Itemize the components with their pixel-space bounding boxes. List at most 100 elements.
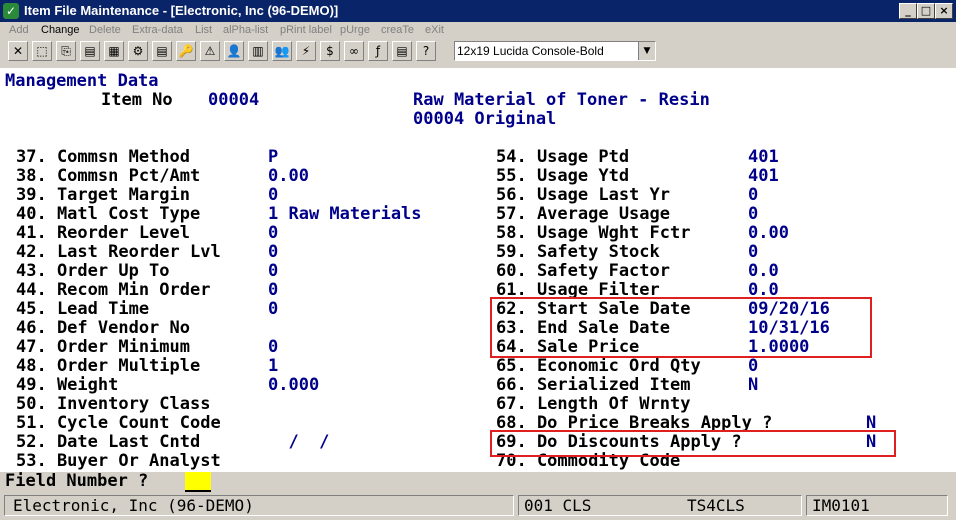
app-icon: ✓ (3, 3, 19, 19)
menu-create[interactable]: creaTe (381, 24, 414, 36)
copy-icon[interactable]: ⎘ (56, 41, 76, 61)
menu-add[interactable]: Add (9, 24, 29, 36)
menu-print-label[interactable]: pRint label (280, 24, 332, 36)
font-select-value: 12x19 Lucida Console-Bold (457, 44, 604, 58)
settings-icon[interactable]: ⚙ (128, 41, 148, 61)
warning-icon[interactable]: ⚠ (200, 41, 220, 61)
menu-purge[interactable]: pUrge (340, 24, 370, 36)
right-field-value-0: 401 (748, 147, 779, 167)
minimize-button[interactable]: _ (899, 3, 917, 19)
chevron-down-icon[interactable]: ▼ (638, 42, 655, 60)
right-field-value-11: 0 (748, 356, 759, 376)
left-field-value-3: 1 Raw Materials (268, 204, 422, 224)
maximize-button[interactable]: □ (917, 3, 935, 19)
right-field-label-5: 59. Safety Stock (496, 242, 660, 262)
highlight-sale-fields (490, 297, 872, 358)
delete-icon[interactable]: ✕ (8, 41, 28, 61)
right-field-label-11: 65. Economic Ord Qty (496, 356, 701, 376)
right-field-label-13: 67. Length Of Wrnty (496, 394, 691, 414)
menu-list[interactable]: List (195, 24, 212, 36)
left-field-value-10: 0 (268, 337, 279, 357)
document-icon[interactable]: ▤ (392, 41, 412, 61)
menu-exit[interactable]: eXit (425, 24, 444, 36)
left-field-value-5: 0 (268, 242, 279, 262)
left-field-label-1: 38. Commsn Pct/Amt (16, 166, 201, 186)
item-description: Raw Material of Toner - Resin (413, 90, 710, 110)
left-field-value-0: P (268, 147, 279, 167)
left-field-label-8: 45. Lead Time (16, 299, 150, 319)
function-icon[interactable]: ƒ (368, 41, 388, 61)
left-field-label-5: 42. Last Reorder Lvl (16, 242, 221, 262)
left-field-value-7: 0 (268, 280, 279, 300)
paste-icon[interactable]: ▤ (80, 41, 100, 61)
status-cls: 001 CLS (524, 496, 592, 515)
left-field-label-3: 40. Matl Cost Type (16, 204, 201, 224)
right-field-value-2: 0 (748, 185, 759, 205)
left-field-label-15: 52. Date Last Cntd (16, 432, 201, 452)
left-field-label-16: 53. Buyer Or Analyst (16, 451, 221, 471)
left-field-label-13: 50. Inventory Class (16, 394, 211, 414)
flash-icon[interactable]: ⚡ (296, 41, 316, 61)
grid-icon[interactable]: ▦ (104, 41, 124, 61)
key-icon[interactable]: 🔑 (176, 41, 196, 61)
status-session: 001 CLS TS4CLS (518, 495, 802, 516)
status-bar: Electronic, Inc (96-DEMO) 001 CLS TS4CLS … (0, 492, 956, 520)
left-field-value-15: / / (268, 432, 330, 452)
right-field-label-3: 57. Average Usage (496, 204, 670, 224)
left-field-label-11: 48. Order Multiple (16, 356, 201, 376)
left-field-label-9: 46. Def Vendor No (16, 318, 190, 338)
help-icon[interactable]: ? (416, 41, 436, 61)
left-field-label-14: 51. Cycle Count Code (16, 413, 221, 433)
right-field-value-4: 0.00 (748, 223, 789, 243)
right-field-label-4: 58. Usage Wght Fctr (496, 223, 691, 243)
font-select[interactable]: 12x19 Lucida Console-Bold ▼ (454, 41, 656, 61)
field-number-prompt: Field Number ? (5, 471, 149, 491)
left-field-value-4: 0 (268, 223, 279, 243)
item-no-value: 00004 (208, 90, 260, 110)
menu-bar: Add Change Delete Extra-data List alPha-… (0, 22, 956, 40)
menu-delete[interactable]: Delete (89, 24, 121, 36)
menu-alpha-list[interactable]: alPha-list (223, 24, 268, 36)
field-number-input[interactable] (185, 472, 211, 492)
note-icon[interactable]: ▤ (152, 41, 172, 61)
menu-change[interactable]: Change (41, 24, 80, 36)
user-icon[interactable]: 👤 (224, 41, 244, 61)
left-field-label-12: 49. Weight (16, 375, 119, 395)
left-field-value-12: 0.000 (268, 375, 320, 395)
command-line: Field Number ? (0, 472, 956, 491)
left-field-label-6: 43. Order Up To (16, 261, 170, 281)
right-field-label-1: 55. Usage Ytd (496, 166, 630, 186)
right-field-value-5: 0 (748, 242, 759, 262)
link-icon[interactable]: ∞ (344, 41, 364, 61)
right-field-value-3: 0 (748, 204, 759, 224)
right-field-value-6: 0.0 (748, 261, 779, 281)
status-program: IM0101 (806, 495, 948, 516)
right-field-value-12: N (748, 375, 759, 395)
item-no-label: Item No (101, 90, 173, 110)
left-field-label-7: 44. Recom Min Order (16, 280, 211, 300)
right-field-label-0: 54. Usage Ptd (496, 147, 630, 167)
left-field-value-2: 0 (268, 185, 279, 205)
right-field-label-6: 60. Safety Factor (496, 261, 670, 281)
highlight-discounts (490, 430, 896, 457)
select-icon[interactable]: ⬚ (32, 41, 52, 61)
dollar-icon[interactable]: $ (320, 41, 340, 61)
right-field-label-2: 56. Usage Last Yr (496, 185, 670, 205)
toolbar: ✕ ⬚ ⎘ ▤ ▦ ⚙ ▤ 🔑 ⚠ 👤 ▥ 👥 ⚡ $ ∞ ƒ ▤? 12x19 Lucida Console-… (0, 40, 956, 62)
left-field-label-2: 39. Target Margin (16, 185, 190, 205)
close-button[interactable]: × (935, 3, 953, 19)
right-field-value-1: 401 (748, 166, 779, 186)
people-icon[interactable]: 👥 (272, 41, 292, 61)
status-terminal: TS4CLS (687, 496, 745, 515)
terminal-screen: Management Data Item No 00004 Raw Materi… (0, 68, 956, 472)
section-title: Management Data (5, 71, 159, 91)
left-field-value-6: 0 (268, 261, 279, 281)
menu-extra-data[interactable]: Extra-data (132, 24, 183, 36)
status-company: Electronic, Inc (96-DEMO) (4, 495, 514, 516)
calendar-icon[interactable]: ▥ (248, 41, 268, 61)
left-field-label-0: 37. Commsn Method (16, 147, 190, 167)
item-description-2: 00004 Original (413, 109, 557, 129)
title-bar: ✓ Item File Maintenance - [Electronic, I… (0, 0, 956, 22)
left-field-label-10: 47. Order Minimum (16, 337, 190, 357)
right-field-label-12: 66. Serialized Item (496, 375, 691, 395)
